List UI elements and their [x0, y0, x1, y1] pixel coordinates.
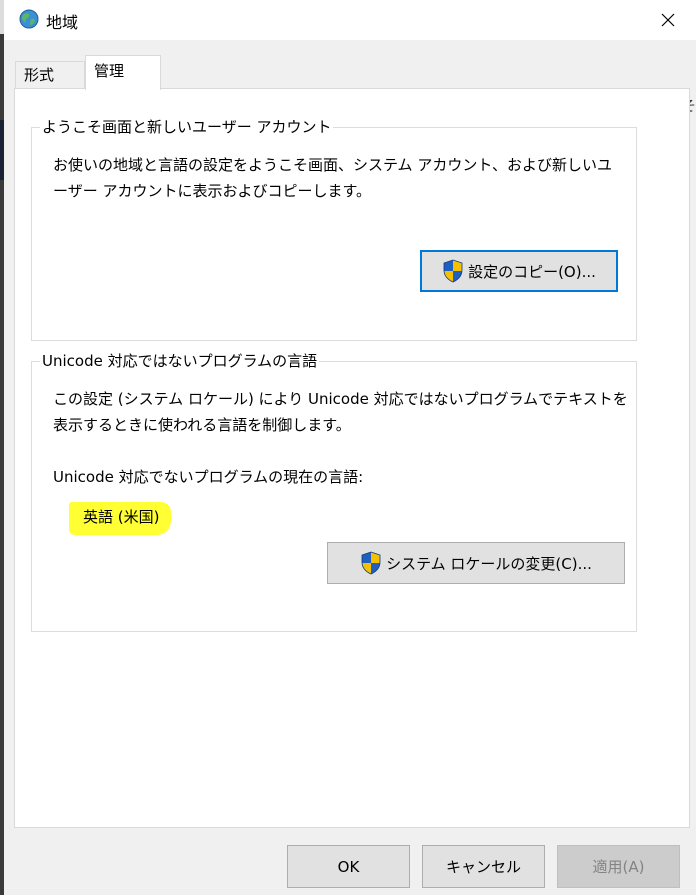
current-language-value: 英語 (米国) — [69, 502, 172, 535]
tab-format[interactable]: 形式 — [15, 61, 85, 88]
apply-button[interactable]: 適用(A) — [557, 845, 680, 888]
cancel-button-label: キャンセル — [445, 858, 521, 876]
non-unicode-group-title: Unicode 対応ではないプログラムの言語 — [40, 350, 320, 371]
tab-administrative[interactable]: 管理 — [85, 55, 161, 90]
close-button[interactable] — [650, 4, 686, 36]
copy-settings-button-label: 設定のコピー(O)... — [468, 262, 596, 281]
non-unicode-language-group: Unicode 対応ではないプログラムの言語 この設定 (システム ロケール) … — [31, 350, 637, 632]
tab-panel-administrative: ようこそ画面と新しいユーザー アカウント お使いの地域と言語の設定をようこそ画面… — [14, 88, 690, 828]
welcome-group-description: お使いの地域と言語の設定をようこそ画面、システム アカウント、および新しいユ ー… — [53, 156, 613, 200]
close-icon — [661, 13, 675, 27]
current-language-label: Unicode 対応でないプログラムの現在の言語: — [53, 468, 364, 486]
change-system-locale-button[interactable]: システム ロケールの変更(C)... — [327, 542, 625, 584]
uac-shield-icon — [443, 259, 463, 283]
globe-icon — [19, 9, 39, 29]
copy-settings-button[interactable]: 設定のコピー(O)... — [420, 250, 618, 292]
dialog-client-area: 形式 管理 そ ようこそ画面と新しいユーザー アカウント お使いの地域と言語の設… — [4, 40, 696, 895]
region-dialog: 地域 形式 管理 そ ようこそ画面と新しいユーザー アカウント お使いの地域と言… — [0, 0, 696, 895]
ok-button-label: OK — [337, 857, 360, 876]
change-system-locale-button-label: システム ロケールの変更(C)... — [386, 554, 592, 573]
ok-button[interactable]: OK — [287, 845, 410, 888]
uac-shield-icon — [361, 551, 381, 575]
cancel-button[interactable]: キャンセル — [422, 845, 545, 888]
welcome-group-title: ようこそ画面と新しいユーザー アカウント — [40, 116, 334, 137]
title-bar[interactable]: 地域 — [4, 0, 696, 40]
welcome-screen-group: ようこそ画面と新しいユーザー アカウント お使いの地域と言語の設定をようこそ画面… — [31, 116, 637, 341]
window-title: 地域 — [46, 13, 79, 32]
non-unicode-group-description: この設定 (システム ロケール) により Unicode 対応ではないプログラム… — [53, 390, 628, 434]
apply-button-label: 適用(A) — [592, 858, 645, 876]
